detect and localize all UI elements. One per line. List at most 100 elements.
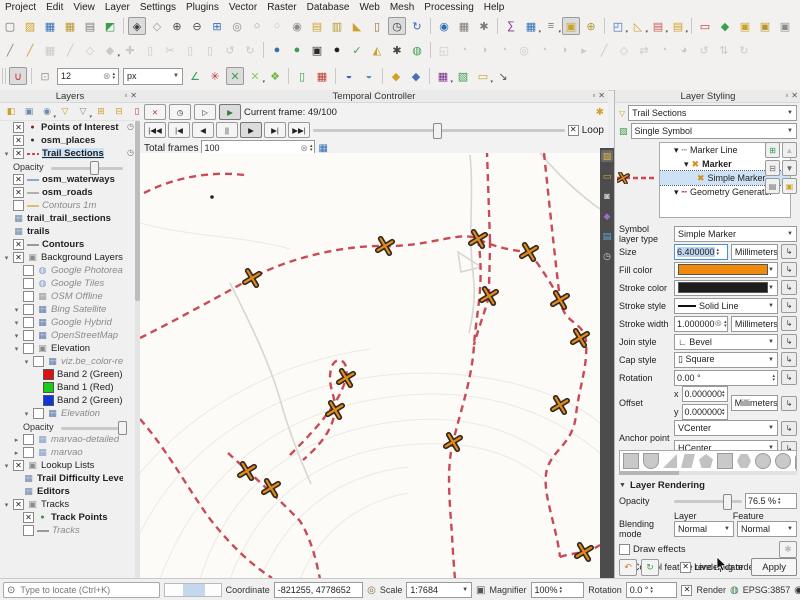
snap-angle-icon[interactable]: ∠ bbox=[186, 67, 204, 85]
view-3d-tab-icon[interactable]: ◆ bbox=[601, 210, 613, 222]
bt-plugin-icon[interactable]: ● bbox=[328, 41, 346, 59]
layer-item-contours-1m[interactable]: Contours 1m bbox=[0, 199, 135, 212]
layer-blend-combo[interactable]: Normal▼ bbox=[674, 521, 734, 537]
move-label-icon[interactable]: ▣ bbox=[756, 17, 774, 35]
locator-input[interactable] bbox=[18, 584, 142, 596]
close-panel-icon[interactable]: ✕ bbox=[130, 91, 137, 100]
menu-web[interactable]: Web bbox=[354, 2, 384, 13]
pen-tool-icon[interactable]: ╱ bbox=[595, 41, 613, 59]
offset-x-spin[interactable]: 0.000000▴▾ bbox=[682, 386, 728, 402]
tool4-icon[interactable]: ◔ bbox=[495, 41, 513, 59]
mesh-create-icon[interactable]: ▦▾ bbox=[434, 67, 452, 85]
layer-item-lookup-lists[interactable]: ▾✕▣Lookup Lists bbox=[0, 459, 135, 472]
magnifier-spin[interactable]: 100% ▴▾ bbox=[531, 582, 585, 598]
layer-visibility-checkbox[interactable] bbox=[23, 447, 34, 458]
opacity-spin[interactable]: 76.5 % ▴▾ bbox=[745, 493, 797, 509]
map-book-icon[interactable]: ▯ bbox=[368, 17, 386, 35]
tool6-icon[interactable]: ◔ bbox=[535, 41, 553, 59]
layer-visibility-checkbox[interactable]: ✕ bbox=[13, 187, 24, 198]
layer-item-google-photorealistic-3d-tiles[interactable]: ◍Google Photorealistic 3D Tiles bbox=[0, 264, 135, 277]
data-defined-override-button[interactable]: ↳ bbox=[781, 370, 797, 385]
select-tool2-icon[interactable]: ◱ bbox=[435, 41, 453, 59]
layer-visibility-checkbox[interactable]: ✕ bbox=[13, 135, 24, 146]
mesh-edit-icon[interactable]: ▧ bbox=[454, 67, 472, 85]
current-edits-icon[interactable]: ╱ bbox=[1, 41, 19, 59]
pin-labels-icon[interactable]: ◆ bbox=[716, 17, 734, 35]
layer-item-osm-offline[interactable]: ▦OSM Offline bbox=[0, 290, 135, 303]
mask-tab-icon[interactable]: ◙ bbox=[601, 190, 613, 202]
layer-item-tracks[interactable]: Tracks bbox=[0, 524, 135, 537]
transport-button-0[interactable]: |◀◀ bbox=[144, 122, 166, 138]
layer-visibility-checkbox[interactable] bbox=[23, 265, 34, 276]
tracing-icon[interactable]: ✳ bbox=[206, 67, 224, 85]
layer-visibility-checkbox[interactable] bbox=[23, 343, 34, 354]
copy-features-icon[interactable]: ▯ bbox=[181, 41, 199, 59]
move-up-button[interactable]: ▲ bbox=[782, 142, 797, 158]
save-as-icon[interactable]: ▦ bbox=[61, 17, 79, 35]
hook-tool-icon[interactable]: ↺ bbox=[695, 41, 713, 59]
select-by-value-icon[interactable]: ▤▾ bbox=[649, 17, 667, 35]
rotation-spin[interactable]: 0.0 ° ▴▾ bbox=[626, 582, 678, 598]
terrain-plugin-icon[interactable]: ◭ bbox=[368, 41, 386, 59]
menu-mesh[interactable]: Mesh bbox=[385, 2, 419, 13]
layer-item-osm-roads[interactable]: ✕osm_roads bbox=[0, 186, 135, 199]
offset-y-spin[interactable]: 0.000000▴▾ bbox=[682, 404, 728, 420]
layer-item-viz-be-color-relief[interactable]: ▾▦viz.be_color-relief bbox=[0, 355, 135, 368]
layer-visibility-checkbox[interactable]: ✕ bbox=[13, 252, 24, 263]
mesh-label-icon[interactable]: ▭▾ bbox=[474, 67, 492, 85]
prop-stroke-width-unit-combo[interactable]: Millimeters▼ bbox=[731, 316, 778, 332]
rotate-label-icon[interactable]: ▣ bbox=[776, 17, 794, 35]
layer-visibility-checkbox[interactable]: ✕ bbox=[13, 499, 24, 510]
layer-item-osm-waterways[interactable]: ✕osm_waterways bbox=[0, 173, 135, 186]
float-panel-icon[interactable]: ▫ bbox=[592, 91, 595, 100]
move-down-button[interactable]: ▼ bbox=[782, 160, 797, 176]
menu-settings[interactable]: Settings bbox=[135, 2, 181, 13]
layer-item-elevation[interactable]: ▾▦Elevation bbox=[0, 407, 135, 420]
layer-visibility-checkbox[interactable]: ✕ bbox=[13, 239, 24, 250]
marker-shape-7[interactable] bbox=[755, 453, 771, 469]
filter-expression-icon[interactable]: ▽▾ bbox=[75, 104, 91, 120]
transport-button-1[interactable]: |◀ bbox=[168, 122, 190, 138]
layer-visibility-checkbox[interactable] bbox=[23, 291, 34, 302]
layer-item-openstreetmap[interactable]: ▾▦OpenStreetMap bbox=[0, 329, 135, 342]
highlight-labels-icon[interactable]: ▣ bbox=[736, 17, 754, 35]
prop-rotation-spin[interactable]: 0.00 °▴▾ bbox=[674, 370, 778, 386]
zoom-out-icon[interactable]: ⊖ bbox=[188, 17, 206, 35]
prop-size-spin[interactable]: 6.400000▴▾ bbox=[674, 244, 728, 260]
select-features-icon[interactable]: ◰▾ bbox=[609, 17, 627, 35]
sum-icon[interactable]: ∑ bbox=[502, 17, 520, 35]
transport-button-4[interactable]: ▶ bbox=[240, 122, 262, 138]
save-project-icon[interactable]: ▦ bbox=[41, 17, 59, 35]
temporal-play-mode-button[interactable]: ▶ bbox=[219, 104, 241, 120]
layer-visibility-checkbox[interactable] bbox=[23, 525, 34, 536]
layer-opacity-slider[interactable]: Opacity bbox=[0, 420, 135, 433]
transport-button-2[interactable]: ◀ bbox=[192, 122, 214, 138]
layer-visibility-checkbox[interactable] bbox=[23, 330, 34, 341]
change-label-icon[interactable]: A▾ bbox=[796, 17, 800, 35]
zoom-to-selection-icon[interactable]: ◎ bbox=[228, 17, 246, 35]
anchor-v-combo[interactable]: VCenter▼ bbox=[674, 420, 778, 436]
zoom-full-icon[interactable]: ⊞ bbox=[208, 17, 226, 35]
close-panel-icon[interactable]: ✕ bbox=[598, 91, 605, 100]
menu-raster[interactable]: Raster bbox=[262, 2, 301, 13]
enable-tracing-icon[interactable]: ✕ bbox=[226, 67, 244, 85]
open-table-icon[interactable]: ▤▾ bbox=[669, 17, 687, 35]
paste-features-icon[interactable]: ▯ bbox=[201, 41, 219, 59]
filter-legend-icon[interactable]: ▽ bbox=[57, 104, 73, 120]
effects-options-button[interactable]: ✱ bbox=[779, 541, 797, 558]
data-defined-override-button[interactable]: ↳ bbox=[781, 352, 797, 367]
layer-opacity-slider[interactable]: Opacity bbox=[0, 160, 135, 173]
layer-item-google-tiles[interactable]: ◍Google Tiles bbox=[0, 277, 135, 290]
export-animation-icon[interactable]: ▦ bbox=[318, 143, 327, 154]
save-edits-icon[interactable]: ▦ bbox=[41, 41, 59, 59]
layer-item-marvao[interactable]: ▸▦marvao bbox=[0, 446, 135, 459]
prop-stroke-style-combo[interactable]: Solid Line▼ bbox=[674, 298, 778, 314]
temporal-settings-icon[interactable]: ✱ bbox=[596, 107, 604, 118]
duplicate-symbol-layer-button[interactable]: ▤ bbox=[765, 178, 780, 194]
bookmark-extent-icon[interactable]: ◣ bbox=[348, 17, 366, 35]
prop-join-style-combo[interactable]: ∟ Bevel▼ bbox=[674, 334, 778, 350]
toggle-editing-icon[interactable]: ╱ bbox=[21, 41, 39, 59]
temporal-slider[interactable] bbox=[313, 123, 565, 137]
crs-icon[interactable]: ◍ bbox=[730, 585, 739, 596]
people2-tool-icon[interactable]: ◕ bbox=[675, 41, 693, 59]
